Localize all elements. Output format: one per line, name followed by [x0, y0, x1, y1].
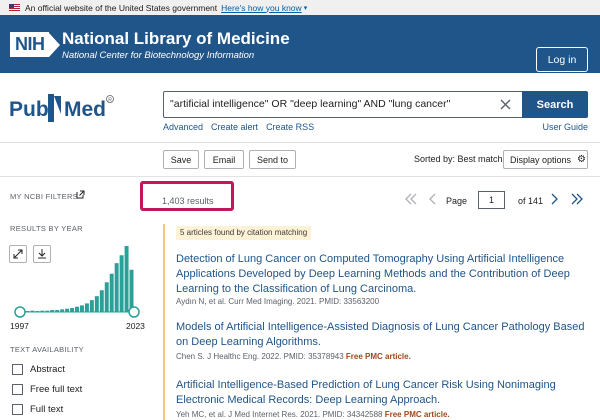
year-range-start-handle — [14, 306, 26, 318]
last-page-icon[interactable] — [570, 193, 584, 205]
email-button[interactable]: Email — [204, 150, 244, 169]
histogram-bar — [45, 310, 50, 312]
results-by-year-label: RESULTS BY YEAR — [10, 224, 83, 233]
search-sublinks: Advanced Create alert Create RSS — [163, 122, 314, 132]
result-title-2[interactable]: Models of Artificial Intelligence-Assist… — [176, 320, 588, 350]
year-end-label: 2023 — [126, 321, 145, 331]
nih-logo[interactable]: NIH — [10, 32, 60, 57]
gear-icon: ⚙ — [577, 154, 586, 165]
histogram-bar — [94, 296, 99, 312]
histogram-bar — [60, 309, 65, 312]
pubmed-logo[interactable]: Pub Med R — [9, 92, 119, 126]
search-input[interactable]: "artificial intelligence" OR "deep learn… — [163, 91, 523, 118]
abstract-checkbox-label[interactable]: Abstract — [30, 364, 65, 375]
divider — [0, 176, 600, 177]
histogram-bar — [35, 311, 40, 312]
text-availability-label: TEXT AVAILABILITY — [10, 345, 84, 354]
result-citation-1: Aydın N, et al. Curr Med Imaging. 2021. … — [176, 297, 380, 306]
pubmed-logo-pub: Pub — [9, 98, 49, 121]
full-text-checkbox[interactable] — [12, 404, 23, 415]
histogram-bar — [55, 310, 60, 312]
nlm-header: NIH National Library of Medicine Nationa… — [0, 15, 600, 73]
previous-page-icon[interactable] — [426, 193, 440, 205]
histogram-bar — [70, 308, 75, 312]
histogram-bar — [40, 310, 45, 312]
result-meta-2: Chen S. J Healthc Eng. 2022. PMID: 35378… — [176, 352, 411, 361]
clear-search-icon[interactable] — [498, 97, 513, 112]
nih-logo-text: NIH — [10, 32, 49, 57]
first-page-icon[interactable] — [404, 193, 418, 205]
pubmed-logo-med: Med — [64, 98, 106, 121]
free-pmc-badge-3: Free PMC article. — [384, 410, 450, 419]
year-start-label: 1997 — [10, 321, 29, 331]
result-citation-2: Chen S. J Healthc Eng. 2022. PMID: 35378… — [176, 352, 344, 361]
next-page-icon[interactable] — [547, 193, 561, 205]
svg-text:R: R — [108, 97, 112, 103]
results-by-year-chart[interactable] — [8, 240, 148, 322]
display-options-button[interactable]: Display options ⚙ — [503, 150, 588, 169]
us-flag-icon — [9, 4, 20, 11]
abstract-checkbox[interactable] — [12, 364, 23, 375]
histogram-bar — [124, 246, 129, 312]
sort-by-label[interactable]: Sorted by: Best match — [414, 154, 503, 164]
search-button[interactable]: Search — [522, 91, 588, 118]
result-citation-3: Yeh MC, et al. J Med Internet Res. 2021.… — [176, 410, 383, 419]
results-count: 1,403 results — [162, 196, 214, 206]
histogram-bar — [109, 273, 114, 312]
histogram-bar — [84, 303, 89, 312]
free-pmc-badge-2: Free PMC article. — [345, 352, 411, 361]
histogram-bar — [30, 310, 35, 312]
page-label: Page — [446, 196, 468, 206]
full-text-checkbox-label[interactable]: Full text — [30, 404, 63, 415]
histogram-bar — [65, 308, 70, 312]
result-title-3[interactable]: Artificial Intelligence-Based Prediction… — [176, 378, 588, 408]
histogram-bar — [99, 290, 104, 312]
external-link-icon[interactable] — [76, 190, 85, 199]
result-meta-1: Aydın N, et al. Curr Med Imaging. 2021. … — [176, 297, 379, 306]
gov-banner-link[interactable]: Here's how you know — [221, 3, 302, 13]
histogram-bar — [114, 263, 119, 312]
send-to-button[interactable]: Send to — [249, 150, 296, 169]
citation-match-badge: 5 articles found by citation matching — [176, 226, 312, 240]
user-guide-link[interactable]: User Guide — [542, 122, 588, 132]
histogram-bar — [89, 300, 94, 312]
advanced-search-link[interactable]: Advanced — [163, 122, 203, 132]
result-meta-3: Yeh MC, et al. J Med Internet Res. 2021.… — [176, 410, 450, 419]
free-full-text-checkbox[interactable] — [12, 384, 23, 395]
display-options-label: Display options — [510, 154, 572, 165]
nlm-title[interactable]: National Library of Medicine — [62, 29, 290, 49]
citation-match-bar — [163, 224, 165, 420]
nih-logo-arrow — [48, 32, 60, 57]
histogram-bar — [50, 310, 55, 312]
histogram-bar — [75, 306, 79, 312]
result-title-1[interactable]: Detection of Lung Cancer on Computed Tom… — [176, 252, 588, 297]
my-ncbi-filters-label[interactable]: MY NCBI FILTERS — [10, 192, 78, 201]
gov-banner-text: An official website of the United States… — [25, 2, 218, 13]
histogram-bar — [25, 311, 30, 312]
year-range-end-handle — [128, 306, 140, 318]
histogram-bar — [129, 269, 134, 312]
page-number-input[interactable]: 1 — [478, 191, 505, 209]
save-button[interactable]: Save — [163, 150, 199, 169]
histogram-bar — [104, 282, 109, 312]
histogram-bar — [79, 305, 84, 312]
nlm-subtitle: National Center for Biotechnology Inform… — [62, 50, 255, 61]
chevron-down-icon: ▾ — [303, 4, 308, 12]
gov-banner: An official website of the United States… — [0, 0, 600, 15]
divider — [0, 142, 600, 143]
create-rss-link[interactable]: Create RSS — [266, 122, 314, 132]
page-total: of 141 — [518, 196, 544, 206]
free-full-text-checkbox-label[interactable]: Free full text — [30, 384, 82, 395]
login-button[interactable]: Log in — [536, 47, 588, 72]
histogram-bar — [119, 255, 124, 312]
create-alert-link[interactable]: Create alert — [211, 122, 258, 132]
